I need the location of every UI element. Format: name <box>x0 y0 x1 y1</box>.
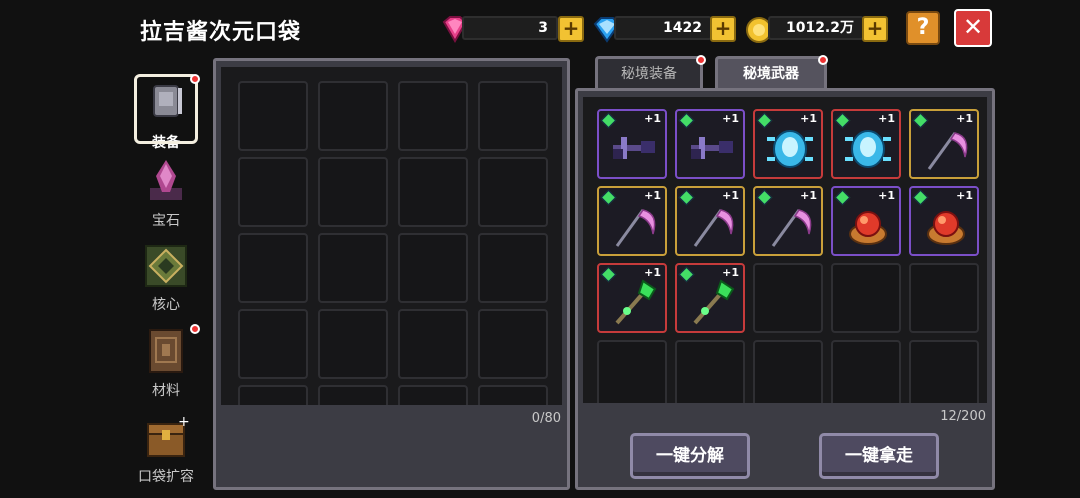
weapons-count: 12/200 <box>940 409 986 424</box>
empty-slot[interactable] <box>318 385 388 405</box>
pocket-grid-area <box>221 67 562 405</box>
notification-dot <box>190 74 200 84</box>
weapon-slot[interactable]: +1 <box>831 109 901 179</box>
help-button[interactable]: ? <box>906 11 940 45</box>
empty-slot[interactable] <box>318 157 388 227</box>
sidebar-item-expand-pocket[interactable]: + 口袋扩容 <box>134 414 198 486</box>
notification-dot <box>696 55 706 65</box>
empty-slot[interactable] <box>398 385 468 405</box>
take-all-button[interactable]: 一键拿走 <box>819 433 939 479</box>
sidebar-item-equipment[interactable]: 装备 <box>134 74 200 152</box>
weapon-slot[interactable]: +1 <box>597 109 667 179</box>
page-title: 拉吉酱次元口袋 <box>140 20 302 45</box>
secret-weapons-panel: +1 +1 +1 +1 +1 +1 +1 +1 +1 +1 +1 +1 12/200 <box>575 88 995 490</box>
empty-slot[interactable] <box>753 340 823 403</box>
empty-slot[interactable] <box>318 233 388 303</box>
book-icon <box>149 329 183 373</box>
decompose-all-button[interactable]: 一键分解 <box>630 433 750 479</box>
weapon-slot[interactable]: +1 <box>597 186 667 256</box>
sidebar-item-label: 口袋扩容 <box>138 469 194 485</box>
blue-diamond-counter: 1422 + <box>592 12 738 46</box>
close-button[interactable]: ✕ <box>954 9 992 47</box>
weapon-slot[interactable]: +1 <box>675 109 745 179</box>
empty-slot[interactable] <box>318 81 388 151</box>
tab-label: 秘境装备 <box>621 66 677 82</box>
weapon-slot[interactable]: +1 <box>597 263 667 333</box>
empty-slot[interactable] <box>238 309 308 379</box>
empty-slot[interactable] <box>398 309 468 379</box>
pocket-count: 0/80 <box>531 411 561 426</box>
pink-gem-plus-button[interactable]: + <box>558 16 584 42</box>
weapon-slot[interactable]: +1 <box>753 109 823 179</box>
sidebar-item-gems[interactable]: 宝石 <box>134 158 198 230</box>
empty-slot[interactable] <box>238 81 308 151</box>
tab-label: 秘境武器 <box>743 66 799 82</box>
tab-secret-weapons[interactable]: 秘境武器 <box>715 56 827 90</box>
gold-counter: 1012.2万 + <box>744 12 890 46</box>
pink-gem-counter: 3 + <box>440 12 584 46</box>
pocket-storage-panel: 0/80 <box>213 58 570 490</box>
empty-slot[interactable] <box>478 385 548 405</box>
weapon-slot[interactable]: +1 <box>909 186 979 256</box>
notification-dot <box>190 324 200 334</box>
weapon-slot[interactable]: +1 <box>753 186 823 256</box>
empty-slot[interactable] <box>478 309 548 379</box>
empty-slot[interactable] <box>478 233 548 303</box>
empty-slot[interactable] <box>478 157 548 227</box>
empty-slot[interactable] <box>238 385 308 405</box>
empty-slot[interactable] <box>675 340 745 403</box>
sidebar-item-materials[interactable]: 材料 <box>134 324 200 400</box>
weapon-slot[interactable]: +1 <box>831 186 901 256</box>
sidebar-item-label: 核心 <box>152 297 180 313</box>
empty-slot[interactable] <box>398 157 468 227</box>
weapons-grid-area: +1 +1 +1 +1 +1 +1 +1 +1 +1 +1 +1 +1 <box>583 97 987 403</box>
empty-slot[interactable] <box>398 81 468 151</box>
gold-value: 1012.2万 <box>768 16 864 40</box>
empty-slot[interactable] <box>318 309 388 379</box>
weapon-slot[interactable]: +1 <box>675 186 745 256</box>
gem-crystal-icon <box>150 160 182 200</box>
chest-icon: + <box>147 414 190 457</box>
empty-slot[interactable] <box>831 263 901 333</box>
core-icon <box>145 245 187 287</box>
empty-slot[interactable] <box>597 340 667 403</box>
weapon-slot[interactable]: +1 <box>909 109 979 179</box>
sidebar-item-label: 宝石 <box>152 213 180 229</box>
gold-plus-button[interactable]: + <box>862 16 888 42</box>
notification-dot <box>818 55 828 65</box>
sidebar-item-core[interactable]: 核心 <box>134 242 198 314</box>
blue-diamond-plus-button[interactable]: + <box>710 16 736 42</box>
sidebar-item-label: 材料 <box>152 383 180 399</box>
tab-secret-equipment[interactable]: 秘境装备 <box>595 56 703 90</box>
empty-slot[interactable] <box>238 233 308 303</box>
svg-text:+: + <box>178 414 190 430</box>
empty-slot[interactable] <box>909 340 979 403</box>
pink-gem-value: 3 <box>462 16 558 40</box>
empty-slot[interactable] <box>753 263 823 333</box>
empty-slot[interactable] <box>831 340 901 403</box>
blue-diamond-value: 1422 <box>614 16 712 40</box>
empty-slot[interactable] <box>238 157 308 227</box>
empty-slot[interactable] <box>478 81 548 151</box>
active-frame <box>134 74 198 144</box>
empty-slot[interactable] <box>909 263 979 333</box>
weapon-slot[interactable]: +1 <box>675 263 745 333</box>
empty-slot[interactable] <box>398 233 468 303</box>
